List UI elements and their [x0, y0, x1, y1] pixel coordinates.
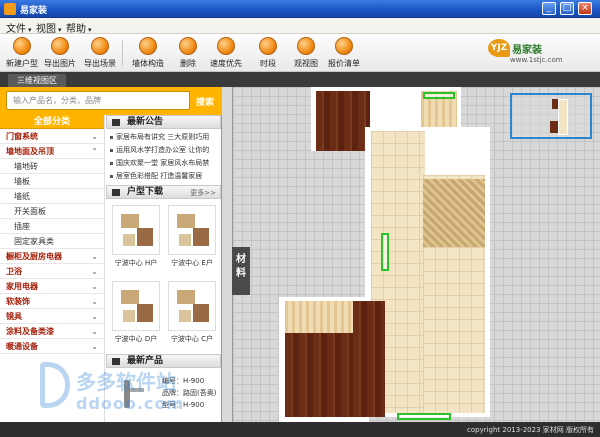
floorplan-card[interactable]: 宁波中心 E户 [166, 205, 218, 271]
chevron-down-icon: ⌄ [91, 327, 98, 336]
menu-view[interactable]: 视图 ▾ [36, 20, 62, 35]
new-floorplan-icon [13, 37, 31, 55]
category-item[interactable]: 家用电器 ⌄ [0, 279, 104, 294]
copyright-text: copyright 2013-2023 家材网 版权所有 [467, 426, 594, 434]
quote-list-icon [335, 37, 353, 55]
announcement-icon [112, 119, 120, 126]
category-item[interactable]: 卫浴 ⌄ [0, 264, 104, 279]
window-opening[interactable] [423, 92, 455, 99]
chevron-down-icon: ⌄ [91, 267, 98, 276]
floorplan-thumbnail [168, 205, 216, 255]
watermark: 多多软件站 ddooo.com [40, 362, 220, 422]
close-button[interactable]: × [578, 2, 592, 15]
window-title: 易家装 [20, 6, 48, 16]
export-image-icon [51, 37, 69, 55]
time-period-button[interactable]: 时段 [250, 37, 286, 71]
chevron-down-icon: ⌄ [91, 132, 98, 141]
window-opening[interactable] [397, 413, 451, 420]
menu-bar: 文件 ▾ 视图 ▾ 帮助 ▾ [0, 18, 600, 35]
announcement-item[interactable]: 家居布局有讲究 三大原则巧用 [110, 131, 217, 144]
announcement-header: 最新公告 [106, 115, 221, 129]
category-item[interactable]: 软装饰 ⌄ [0, 294, 104, 309]
subcategory-item[interactable]: 开关面板 [0, 204, 104, 219]
announcement-item[interactable]: 国庆欢聚一堂 家居风水布局禁 [110, 157, 217, 170]
view-icon [297, 37, 315, 55]
menu-file[interactable]: 文件 ▾ [6, 20, 32, 35]
maximize-button[interactable]: □ [560, 2, 574, 15]
subcategory-item[interactable]: 墙纸 [0, 189, 104, 204]
chevron-down-icon: ⌄ [91, 312, 98, 321]
delete-button[interactable]: 删除 [170, 37, 206, 71]
wall-structure-icon [139, 37, 157, 55]
chevron-down-icon: ⌄ [91, 342, 98, 351]
app-logo-icon [4, 3, 16, 15]
subcategory-item[interactable]: 插座 [0, 219, 104, 234]
search-button[interactable]: 搜索 [196, 95, 214, 108]
category-item[interactable]: 墙地面及吊顶 ⌃ [0, 144, 104, 159]
chevron-up-icon: ⌃ [91, 147, 98, 156]
floorplan-card[interactable]: 宁波中心 D户 [110, 281, 162, 347]
minimap[interactable] [510, 93, 592, 139]
room-floor-strip [285, 301, 353, 333]
floorplan-thumbnail [168, 281, 216, 331]
room-floor-wood [316, 91, 370, 151]
category-header: 全部分类 [0, 115, 104, 129]
brand-mark-icon: YJZ [488, 39, 510, 57]
room-floor-parquet [423, 179, 485, 247]
export-image-button[interactable]: 导出图片 [42, 37, 78, 71]
tab-3d-view[interactable]: 三维视图区 [8, 74, 66, 87]
category-item[interactable]: 门窗系统 ⌄ [0, 129, 104, 144]
quote-list-button[interactable]: 报价清单 [326, 37, 362, 71]
delete-icon [179, 37, 197, 55]
announcement-item[interactable]: 运用风水学打造办公室 让你的 [110, 144, 217, 157]
category-item[interactable]: 镜具 ⌄ [0, 309, 104, 324]
toolbar-divider [122, 40, 123, 66]
new-floorplan-button[interactable]: 新建户型 [4, 37, 40, 71]
export-scene-button[interactable]: 导出场景 [82, 37, 118, 71]
floorplan-thumbnail [112, 281, 160, 331]
toolbar: 新建户型 导出图片 导出场景 墙体构造 删除 速度优先 时段 观视图 报价清单 … [0, 34, 600, 72]
floorplan-card[interactable]: 宁波中心 H户 [110, 205, 162, 271]
export-scene-icon [91, 37, 109, 55]
search-bar: 输入产品名，分类，品牌 搜索 [0, 87, 222, 115]
brand-logo: YJZ 易家装 www.1stjc.com [488, 39, 563, 67]
chevron-down-icon: ▾ [28, 26, 32, 34]
chevron-down-icon: ⌄ [91, 282, 98, 291]
more-link[interactable]: 更多>> [190, 187, 216, 199]
chevron-down-icon: ▾ [58, 26, 62, 34]
category-item[interactable]: 涂料及备类漆 ⌄ [0, 324, 104, 339]
watermark-logo-icon [40, 362, 70, 408]
time-period-icon [259, 37, 277, 55]
minimize-button[interactable]: _ [542, 2, 556, 15]
chevron-down-icon: ⌄ [91, 297, 98, 306]
subcategory-item[interactable]: 墙地砖 [0, 159, 104, 174]
menu-help[interactable]: 帮助 ▾ [66, 20, 92, 35]
material-panel-tab[interactable]: 材料 [232, 247, 250, 295]
title-bar: 易家装 _ □ × [0, 0, 600, 18]
category-item[interactable]: 橱柜及厨房电器 ⌄ [0, 249, 104, 264]
search-input[interactable]: 输入产品名，分类，品牌 [6, 91, 190, 110]
speed-priority-button[interactable]: 速度优先 [208, 37, 244, 71]
door-opening[interactable] [381, 233, 389, 271]
wall-structure-button[interactable]: 墙体构造 [130, 37, 166, 71]
subcategory-item[interactable]: 固定家具类 [0, 234, 104, 249]
category-item[interactable]: 暖通设备 ⌄ [0, 339, 104, 354]
floorplan-download-header: 户型下载 更多>> [106, 185, 221, 199]
subcategory-item[interactable]: 墙板 [0, 174, 104, 189]
view-button[interactable]: 观视图 [288, 37, 324, 71]
floorplan-card[interactable]: 宁波中心 C户 [166, 281, 218, 347]
speed-priority-icon [217, 37, 235, 55]
chevron-down-icon: ▾ [88, 26, 92, 34]
announcement-item[interactable]: 居室色彩搭配 打造温馨家居 [110, 170, 217, 183]
chevron-down-icon: ⌄ [91, 252, 98, 261]
floorplan-thumbnail [112, 205, 160, 255]
room-floor-wood [353, 301, 385, 417]
view-tab-strip: 三维视图区 [0, 72, 600, 87]
status-bar: copyright 2013-2023 家材网 版权所有 [0, 422, 600, 437]
announcement-list: 家居布局有讲究 三大原则巧用 运用风水学打造办公室 让你的 国庆欢聚一堂 家居风… [106, 129, 221, 185]
floorplan-icon [112, 189, 120, 196]
floorplan-grid: 宁波中心 H户 宁波中心 E户 宁波中心 D户 宁波中心 C户 [106, 199, 221, 354]
